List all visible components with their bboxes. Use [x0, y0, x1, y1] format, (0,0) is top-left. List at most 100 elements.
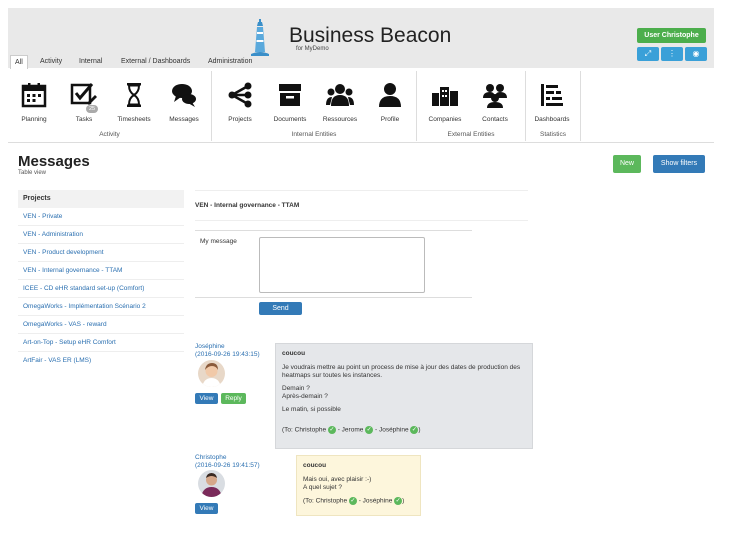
ribbon-ressources[interactable]: Ressources — [318, 69, 362, 123]
recipient: - Joséphine — [374, 426, 409, 434]
message-recipients: (To: Christophe ✓ - Jerome ✓ - Joséphine… — [282, 426, 526, 435]
my-message-label: My message — [200, 238, 237, 245]
ribbon-label: Profile — [380, 116, 400, 123]
ribbon-timesheets[interactable]: Timesheets — [112, 69, 156, 123]
message-subject: coucou — [303, 462, 327, 469]
author-name[interactable]: Joséphine — [195, 343, 260, 351]
avatar — [198, 360, 225, 387]
page-title: Messages — [18, 153, 90, 170]
check-icon: ✓ — [365, 426, 374, 434]
message-body: A quel sujet ? — [303, 484, 343, 491]
ribbon-dashboards[interactable]: Dashboards — [530, 69, 574, 123]
project-item[interactable]: Art-on-Top - Setup eHR Comfort — [18, 334, 184, 352]
recipient: - Jerome — [337, 426, 364, 434]
ribbon-label: Planning — [21, 116, 47, 123]
message-body: Je voudrais mettre au point un process d… — [282, 364, 521, 379]
ribbon-label: Timesheets — [117, 116, 151, 123]
ribbon-group-activity: Activity — [99, 131, 120, 138]
message-author: Joséphine (2016-09-26 19:43:15) — [195, 343, 260, 359]
message-bubble: coucou Je voudrais mettre au point un pr… — [275, 343, 533, 449]
author-name[interactable]: Christophe — [195, 454, 260, 462]
buildings-icon — [432, 87, 458, 106]
conversation-title: VEN - Internal governance - TTAM — [195, 202, 300, 209]
tab-all[interactable]: All — [10, 55, 28, 70]
project-item[interactable]: ICEE - CD eHR standard set-up (Comfort) — [18, 280, 184, 298]
ribbon-group-statistics: Statistics — [539, 131, 566, 138]
reply-button[interactable]: Reply — [221, 393, 246, 404]
info-icon[interactable]: ⋮ — [661, 47, 683, 61]
recipient: - Joséphine — [358, 497, 393, 505]
ribbon-label: Messages — [169, 116, 199, 123]
tab-activity[interactable]: Activity — [40, 55, 62, 69]
bar-chart-icon — [541, 84, 563, 106]
ribbon-label: Projects — [228, 116, 252, 123]
check-icon: ✓ — [394, 497, 403, 505]
ribbon-label: Companies — [428, 116, 462, 123]
message-body: Le matin, si possible — [282, 406, 341, 413]
recipient: (To: Christophe — [303, 497, 348, 505]
view-button[interactable]: View — [195, 393, 218, 404]
show-filters-button[interactable]: Show filters — [653, 155, 705, 173]
ribbon-group-external: External Entities — [447, 131, 495, 138]
app-title: Business Beacon — [289, 24, 452, 47]
message-subject: coucou — [282, 350, 306, 357]
lighthouse-logo-icon — [251, 19, 269, 56]
ribbon-profile[interactable]: Profile — [368, 69, 412, 123]
tab-internal[interactable]: Internal — [79, 55, 102, 69]
ribbon-toolbar: Planning 25 Tasks Timesheets Messages Pr… — [8, 69, 714, 143]
user-menu-button[interactable]: User Christophe — [637, 28, 706, 43]
message-date: (2016-09-26 19:41:57) — [195, 462, 260, 469]
page-subtitle: Table view — [18, 170, 47, 176]
message-date: (2016-09-26 19:43:15) — [195, 351, 260, 358]
user-icon — [379, 83, 401, 107]
project-item[interactable]: VEN - Administration — [18, 226, 184, 244]
expand-icon[interactable]: ⤢ — [637, 47, 659, 61]
ribbon-contacts[interactable]: Contacts — [473, 69, 517, 123]
chat-icon — [172, 84, 196, 107]
check-icon: ✓ — [348, 497, 357, 505]
message-recipients: (To: Christophe ✓ - Joséphine ✓) — [303, 497, 414, 506]
app-subtitle: for MyDemo — [296, 46, 329, 52]
project-item[interactable]: OmegaWorks - Implémentation Scénario 2 — [18, 298, 184, 316]
project-item[interactable]: VEN - Product development — [18, 244, 184, 262]
project-item[interactable]: VEN - Private — [18, 208, 184, 226]
projects-header: Projects — [18, 190, 184, 208]
project-item[interactable]: ArtFair - VAS ER (LMS) — [18, 352, 184, 370]
ribbon-projects[interactable]: Projects — [218, 69, 262, 123]
ribbon-planning[interactable]: Planning — [12, 69, 56, 123]
recipient-close: ) — [402, 497, 405, 505]
ribbon-label: Tasks — [75, 116, 93, 123]
recipient-close: ) — [418, 426, 421, 434]
ribbon-separator — [580, 71, 581, 141]
message-body: Mais oui, avec plaisir :-) — [303, 476, 372, 483]
message-bubble: coucou Mais oui, avec plaisir :-) A quel… — [296, 455, 421, 516]
users-icon — [326, 84, 354, 106]
ribbon-tasks[interactable]: 25 Tasks — [62, 69, 106, 123]
ribbon-label: Ressources — [322, 116, 358, 123]
project-item[interactable]: OmegaWorks - VAS - reward — [18, 316, 184, 334]
calendar-icon — [21, 83, 47, 108]
avatar — [198, 470, 225, 497]
ribbon-messages[interactable]: Messages — [162, 69, 206, 123]
project-item[interactable]: VEN - Internal governance - TTAM — [18, 262, 184, 280]
ribbon-label: Documents — [273, 116, 307, 123]
divider — [195, 190, 528, 191]
view-button[interactable]: View — [195, 503, 218, 514]
archive-icon — [279, 84, 301, 106]
ribbon-companies[interactable]: Companies — [423, 69, 467, 123]
tab-external-dashboards[interactable]: External / Dashboards — [121, 55, 190, 69]
send-button[interactable]: Send — [259, 302, 302, 315]
message-author: Christophe (2016-09-26 19:41:57) — [195, 454, 260, 470]
message-body: Demain ? — [282, 385, 310, 392]
new-button[interactable]: New — [613, 155, 641, 173]
recipient: (To: Christophe — [282, 426, 327, 434]
ribbon-documents[interactable]: Documents — [268, 69, 312, 123]
tasks-badge: 25 — [86, 105, 99, 113]
ribbon-label: Dashboards — [534, 116, 570, 123]
projects-list: Projects VEN - Private VEN - Administrat… — [18, 190, 184, 370]
tab-administration[interactable]: Administration — [208, 55, 252, 69]
eye-icon[interactable]: ◉ — [685, 47, 707, 61]
message-textarea[interactable] — [259, 237, 425, 293]
check-icon: ✓ — [327, 426, 336, 434]
share-icon — [228, 82, 252, 108]
